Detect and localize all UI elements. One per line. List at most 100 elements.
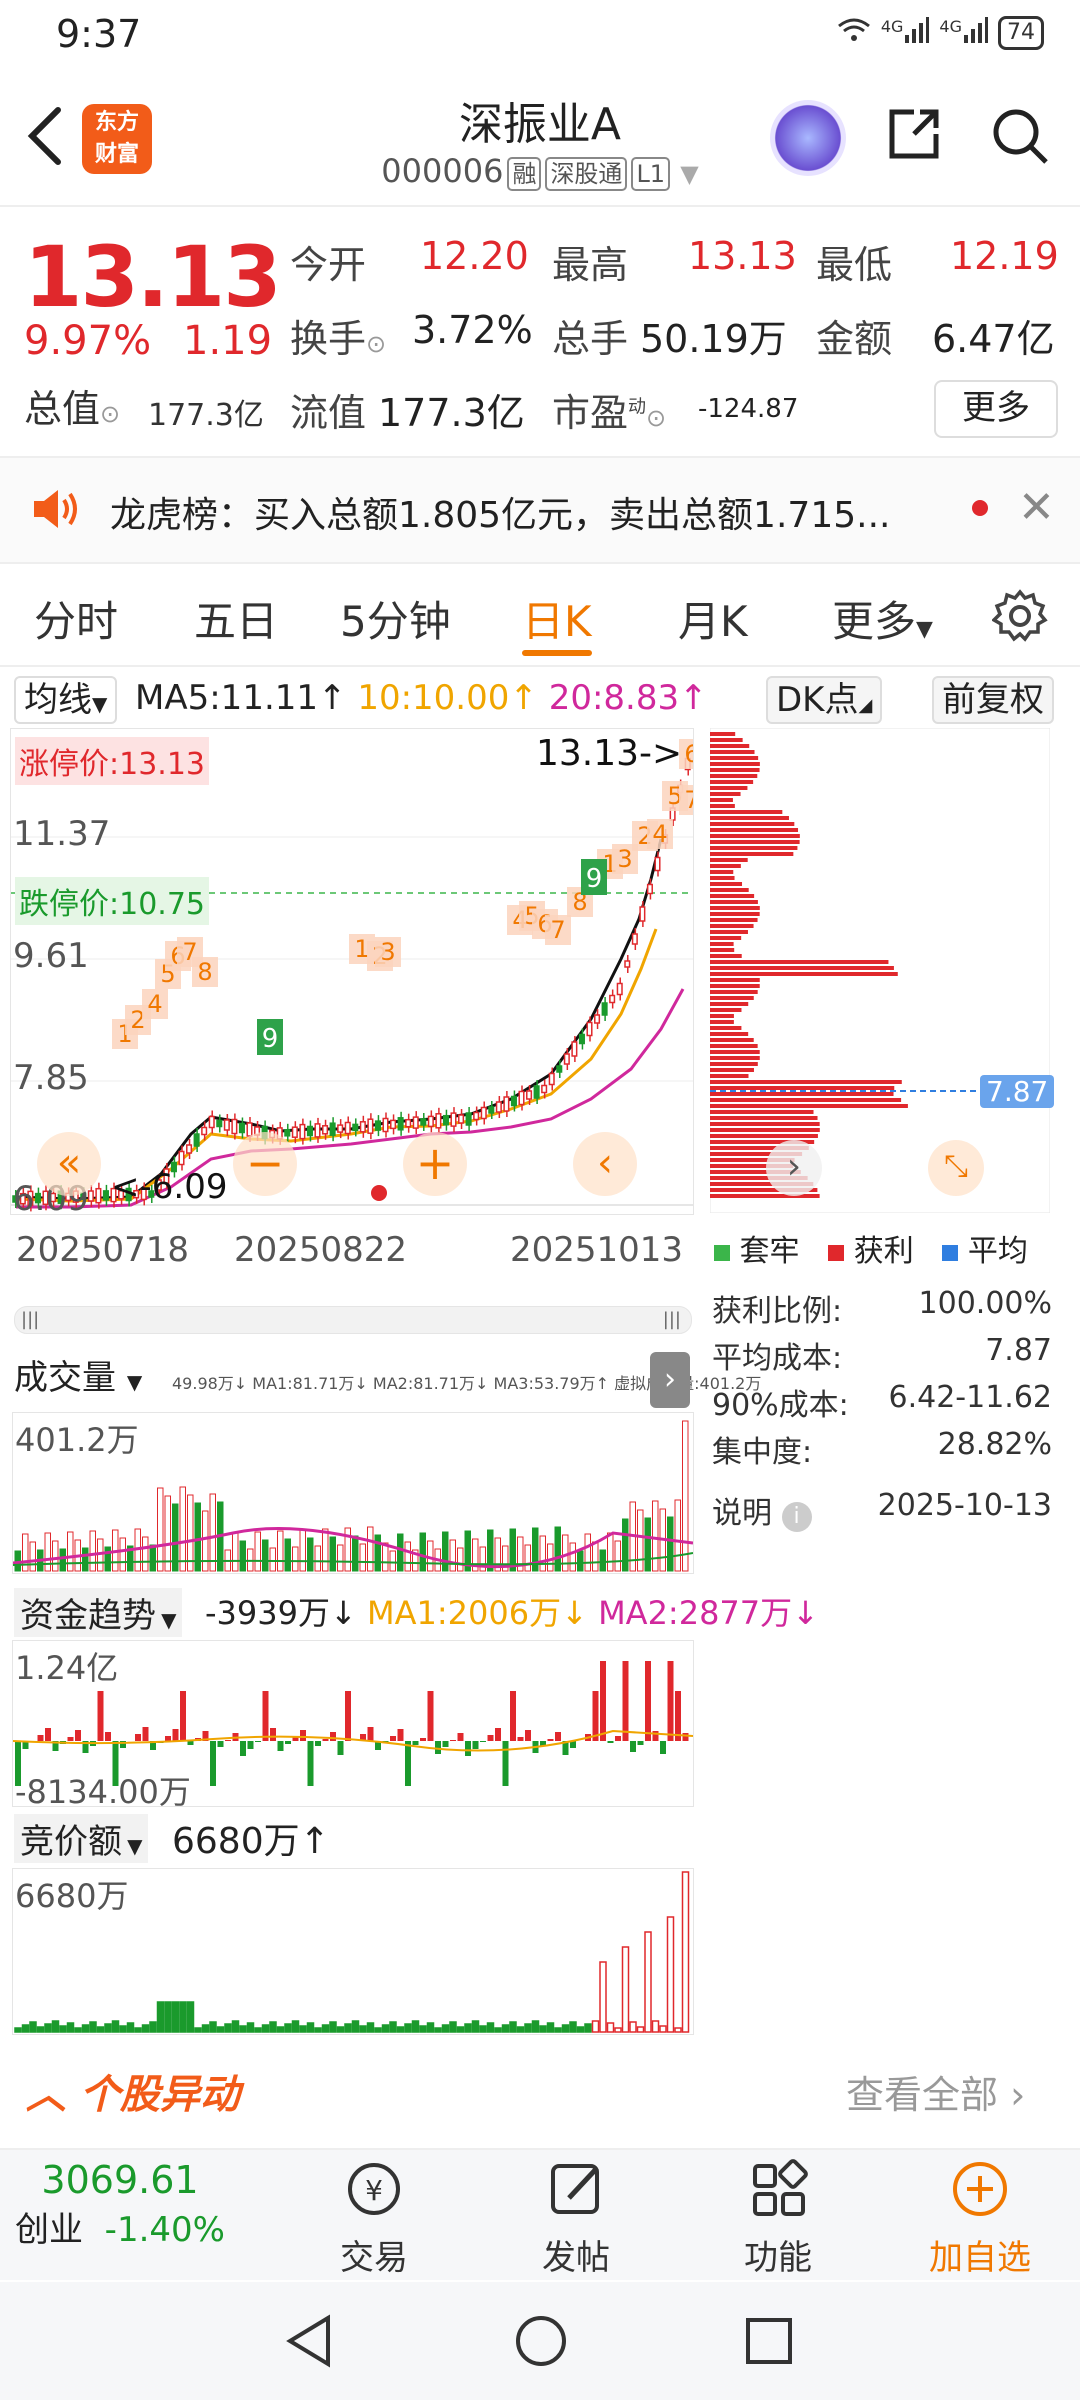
candle (601, 1002, 608, 1016)
volume-bar (682, 1420, 689, 1572)
auction-bar (524, 2023, 532, 2033)
volume-bar (397, 1533, 404, 1572)
kline-chart[interactable]: 124567812345678132457699 涨停价:13.13 跌停价:1… (10, 728, 705, 1219)
nav-recents-icon[interactable] (744, 2316, 794, 2370)
volume-indicator-select[interactable]: 成交量 ▼ (14, 1356, 142, 1400)
svg-text:7: 7 (550, 916, 565, 944)
chip-bar (710, 1032, 749, 1036)
fund-bar (412, 1741, 419, 1745)
chip-bar (710, 1020, 734, 1024)
volume-bar (59, 1548, 66, 1572)
tab-daily-k[interactable]: 日K (522, 588, 592, 649)
chip-bar (710, 816, 789, 820)
unread-dot (972, 500, 988, 516)
pe-value: -124.87 (698, 394, 799, 424)
view-all-link[interactable]: 查看全部 › (846, 2064, 1025, 2119)
nav-post[interactable]: 发帖 (476, 2158, 676, 2279)
auction-bar (666, 1916, 675, 2033)
auction-bar (344, 2023, 352, 2033)
chip-bar (710, 924, 754, 928)
nav-add-watchlist[interactable]: 加自选 (880, 2158, 1080, 2279)
auction-bar (164, 2001, 172, 2033)
legend-average: 平均 (967, 1234, 1028, 1269)
event-dot[interactable] (371, 1185, 387, 1201)
share-icon[interactable] (884, 104, 944, 164)
min-price-pointer: <-6.09 (111, 1167, 228, 1207)
expand-icon[interactable]: ⤡ (928, 1140, 984, 1196)
more-quote-button[interactable]: 更多 (934, 380, 1058, 438)
chip-bar (710, 1086, 895, 1090)
chip-canvas (709, 727, 1051, 1214)
svg-text:9: 9 (586, 864, 603, 894)
candle (367, 1118, 374, 1134)
fund-bar (210, 1741, 216, 1786)
tab-five-day[interactable]: 五日 (194, 588, 278, 649)
close-icon[interactable]: ✕ (1018, 482, 1055, 533)
scroll-left-button[interactable]: ‹ (573, 1132, 637, 1196)
auction-bar (96, 2026, 105, 2033)
system-nav-bar (0, 2282, 1080, 2400)
fund-trend-select[interactable]: 资金趋势 ▼ (14, 1588, 183, 1637)
volume-bar (652, 1500, 659, 1572)
tab-monthly-k[interactable]: 月K (678, 588, 748, 649)
auction-bar (434, 2027, 442, 2033)
nav-trade[interactable]: ¥ 交易 (274, 2158, 474, 2279)
volume-bar (262, 1539, 269, 1572)
volume-bar (232, 1532, 239, 1572)
index-widget[interactable]: 3069.61 创业 -1.40% (0, 2158, 240, 2251)
chip-distribution[interactable]: 7.87 › ⤡ (709, 727, 1055, 1214)
volume-chart[interactable]: 401.2万 (12, 1412, 694, 1574)
search-icon[interactable] (988, 104, 1052, 168)
adjust-select[interactable]: 前复权 (932, 676, 1054, 724)
slider-right-handle[interactable]: ||| (663, 1309, 681, 1330)
y-label-2: 9.61 (13, 936, 89, 976)
auction-bar (374, 2027, 382, 2033)
movement-title[interactable]: ︿ 个股异动 (26, 2062, 240, 2120)
high-label: 最高 (552, 243, 629, 287)
fund-bar (45, 1728, 51, 1741)
expand-panel-button[interactable]: › (650, 1352, 690, 1408)
auction-bar (261, 2024, 270, 2033)
ma-type-select[interactable]: 均线▼ (14, 676, 118, 724)
nav-back-icon[interactable] (284, 2314, 334, 2372)
scroll-left-fast-button[interactable]: « (37, 1132, 101, 1196)
range-slider[interactable]: ||| ||| (14, 1306, 692, 1334)
ai-assistant-avatar[interactable] (770, 100, 846, 176)
tab-intraday[interactable]: 分时 (34, 588, 118, 649)
dropdown-icon[interactable]: ▼ (680, 160, 698, 188)
volume-bar (67, 1531, 74, 1572)
zoom-out-button[interactable]: − (233, 1132, 297, 1196)
auction-bar (359, 2025, 367, 2033)
fund-bar (615, 1736, 621, 1741)
dk-point-toggle[interactable]: DK点◢ (766, 676, 883, 724)
auction-max-label: 6680万 (15, 1877, 129, 1915)
auction-chart[interactable]: 6680万 (12, 1868, 694, 2035)
chip-bar (710, 948, 735, 952)
settings-gear-icon[interactable] (991, 588, 1048, 648)
tab-5min[interactable]: 5分钟 (340, 588, 451, 649)
slider-left-handle[interactable]: ||| (21, 1309, 39, 1330)
volume-bar (539, 1535, 546, 1572)
fund-trend-chart[interactable]: 1.24亿 -8134.00万 (12, 1640, 694, 1811)
float-label: 流值 (290, 391, 367, 435)
chip-bar (710, 1098, 902, 1102)
index-pct: -1.40% (104, 2210, 225, 2250)
volume-bar (352, 1535, 359, 1572)
chip-note-link[interactable]: 说明 i (712, 1488, 812, 1535)
nav-home-icon[interactable] (514, 2314, 568, 2372)
chip-next-button[interactable]: › (766, 1140, 822, 1196)
auction-bar (179, 2001, 187, 2033)
auction-select[interactable]: 竞价额 ▼ (14, 1814, 149, 1863)
dragon-tiger-notice[interactable]: 龙虎榜：买入总额1.805亿元，卖出总额1.715... ✕ (0, 456, 1080, 564)
fund-bar (630, 1741, 636, 1752)
chip-bar (710, 1194, 820, 1198)
auction-bar (674, 2027, 682, 2033)
chip-bar (710, 1002, 749, 1006)
chip-bar (710, 1068, 754, 1072)
tab-more[interactable]: 更多▼ (832, 588, 933, 649)
nav-functions[interactable]: 功能 (678, 2158, 878, 2279)
zoom-in-button[interactable]: + (403, 1132, 467, 1196)
volume-bar (359, 1543, 366, 1572)
auction-bar (194, 2027, 202, 2033)
fund-bar (337, 1741, 344, 1755)
